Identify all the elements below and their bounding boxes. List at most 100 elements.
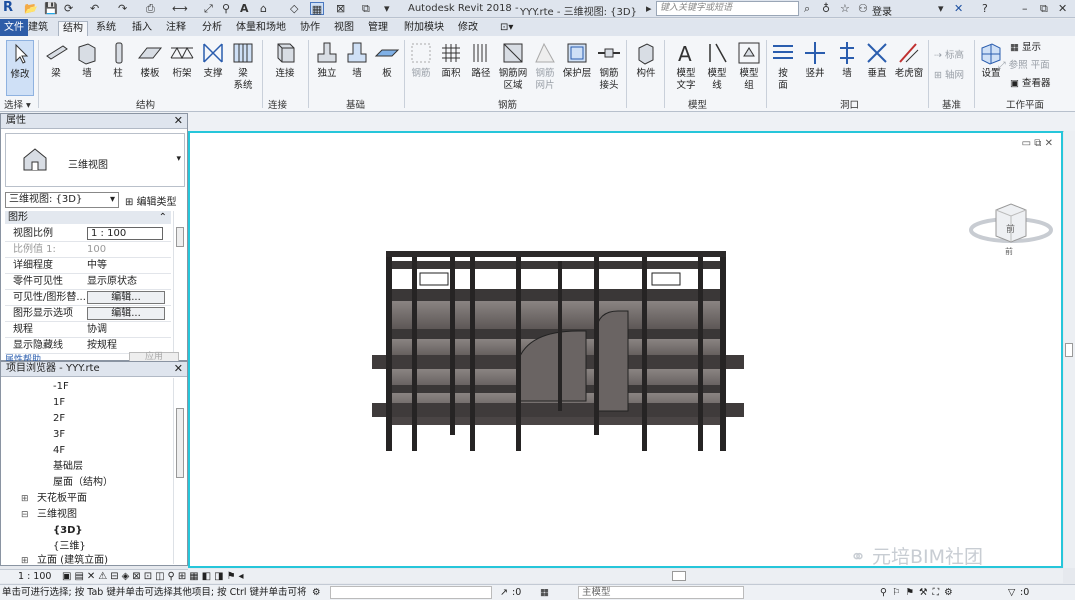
restore-icon[interactable]: ⧉ — [1034, 138, 1041, 149]
close-hidden-icon[interactable]: ⊠ — [336, 2, 345, 15]
close-icon[interactable]: ✕ — [1058, 2, 1067, 15]
tab-annotate[interactable]: 注释 — [162, 21, 190, 36]
wall-opening-button[interactable]: 墙 — [834, 40, 860, 80]
floor-button[interactable]: 楼板 — [136, 40, 164, 80]
close-icon[interactable]: ✕ — [174, 114, 183, 128]
dimension-icon[interactable]: ⤢ — [204, 2, 213, 15]
tab-analyze[interactable]: 分析 — [198, 21, 226, 36]
view-instance-selector[interactable]: 三维视图: {3D} ▾ — [5, 192, 119, 208]
prop-row[interactable]: 零件可见性 显示原状态 — [5, 274, 171, 290]
text-icon[interactable]: A — [240, 2, 249, 15]
prop-value[interactable]: 中等 — [87, 258, 107, 273]
tree-item[interactable]: 2F — [53, 412, 65, 426]
connection-button[interactable]: 连接 — [270, 40, 300, 80]
group-select[interactable]: 选择 ▾ — [4, 97, 31, 111]
tab-addins[interactable]: 附加模块 — [400, 21, 448, 36]
tree-item[interactable]: 三维视图 — [37, 508, 77, 522]
tab-view[interactable]: 视图 — [330, 21, 358, 36]
shaft-button[interactable]: 竖井 — [802, 40, 828, 80]
show-workplane-button[interactable]: ▦ 显示 — [1010, 42, 1041, 54]
section-graphics[interactable]: 图形 ⌃ — [5, 211, 171, 224]
view-control-icons[interactable]: ▣▤✕⚠⊟◈⊠⊡◫⚲⊞▦◧◨⚑◂ — [62, 570, 247, 583]
workset-selector[interactable]: 主模型 — [578, 586, 744, 599]
modify-button[interactable]: 修改 — [6, 40, 34, 96]
restore-icon[interactable]: ⧉ — [1040, 2, 1048, 15]
tree-item[interactable]: 4F — [53, 444, 65, 458]
user-icon[interactable]: ⚇ — [858, 2, 868, 15]
prop-value[interactable]: 按规程 — [87, 338, 117, 353]
tab-options-icon[interactable]: ⊡▾ — [496, 21, 517, 36]
ref-plane-button[interactable]: ⤢ 参照 平面 — [998, 60, 1050, 72]
switch-windows-icon[interactable]: ⧉ — [362, 2, 370, 15]
isolated-foundation-button[interactable]: 独立 — [314, 40, 340, 80]
building-model[interactable] — [368, 251, 763, 456]
prop-row[interactable]: 规程 协调 — [5, 322, 171, 338]
tree-item[interactable]: {三维} — [53, 540, 86, 554]
scroll-thumb[interactable] — [176, 227, 184, 247]
horizontal-scrollbar[interactable] — [188, 569, 1063, 583]
favorites-icon[interactable]: ☆ — [840, 2, 850, 15]
exchange-apps-icon[interactable]: ✕ — [954, 2, 963, 15]
level-button[interactable]: ⇢ 标高 — [934, 50, 964, 62]
tree-item[interactable]: 天花板平面 — [37, 492, 87, 506]
component-button[interactable]: 构件 — [632, 40, 660, 80]
search-input[interactable]: 键入关键字或短语 — [656, 1, 799, 16]
tree-item[interactable]: 立面 (建筑立面) — [37, 554, 108, 565]
cover-button[interactable]: 保护层 — [562, 40, 592, 80]
area-rebar-button[interactable]: 面积 — [438, 40, 464, 80]
fabric-sheet-button[interactable]: 钢筋 网片 — [532, 40, 558, 92]
minimize-icon[interactable]: – — [1022, 2, 1028, 15]
tree-item[interactable]: 1F — [53, 396, 65, 410]
tree-item-selected[interactable]: {3D} — [53, 524, 83, 538]
expand-icon[interactable]: ⊞ — [21, 554, 29, 568]
column-button[interactable]: 柱 — [106, 40, 130, 80]
revit-logo[interactable]: R — [3, 1, 13, 14]
help-icon[interactable]: ? — [982, 2, 988, 15]
browser-scrollbar[interactable] — [173, 378, 185, 564]
tab-modify[interactable]: 修改 — [454, 21, 482, 36]
expand-icon[interactable]: ⊞ — [21, 492, 29, 506]
subscription-icon[interactable]: ♁ — [822, 2, 830, 15]
section-icon[interactable]: ◇ — [290, 2, 298, 15]
search-arrow-icon[interactable]: ▸ — [646, 2, 652, 15]
path-rebar-button[interactable]: 路径 — [468, 40, 494, 80]
thin-lines-icon[interactable]: ▦ — [310, 2, 324, 16]
vertical-opening-button[interactable]: 垂直 — [864, 40, 890, 80]
close-icon[interactable]: ✕ — [174, 362, 183, 376]
save-icon[interactable]: 💾 — [44, 2, 58, 15]
vg-edit-button[interactable]: 编辑... — [87, 291, 165, 304]
wall-foundation-button[interactable]: 墙 — [344, 40, 370, 80]
by-face-button[interactable]: 按 面 — [770, 40, 796, 92]
prop-row[interactable]: 详细程度 中等 — [5, 258, 171, 274]
fabric-area-button[interactable]: 钢筋网 区域 — [496, 40, 530, 92]
properties-scrollbar[interactable] — [173, 211, 185, 359]
tree-item[interactable]: -1F — [53, 380, 69, 394]
tab-structure[interactable]: 结构 — [58, 21, 88, 36]
minimize-icon[interactable]: ▭ — [1022, 138, 1031, 149]
3d-viewport[interactable]: ▭ ⧉ ✕ 前 前 — [188, 131, 1063, 568]
rebar-coupler-button[interactable]: 钢筋 接头 — [596, 40, 622, 92]
tree-item[interactable]: 3F — [53, 428, 65, 442]
view-scale-input[interactable]: 1 : 100 — [87, 227, 163, 240]
viewcube[interactable]: 前 前 — [968, 188, 1054, 258]
measure-icon[interactable]: ⟷ — [172, 2, 188, 15]
vertical-scrollbar[interactable] — [1064, 131, 1075, 568]
tree-item[interactable]: 屋面（结构） — [53, 476, 113, 490]
model-line-button[interactable]: 模型 线 — [704, 40, 730, 92]
open-icon[interactable]: 📂 — [24, 2, 38, 15]
customize-qat-icon[interactable]: ▾ — [384, 2, 390, 15]
graphic-display-edit-button[interactable]: 编辑... — [87, 307, 165, 320]
sync-icon[interactable]: ⟳ — [64, 2, 73, 15]
wall-button[interactable]: 墙 — [74, 40, 100, 80]
filter-icon[interactable]: ▽ — [1008, 585, 1015, 600]
collapse-icon[interactable]: ⊟ — [21, 508, 29, 522]
truss-button[interactable]: 桁架 — [168, 40, 196, 80]
3d-view-icon[interactable]: ⌂ — [260, 2, 267, 15]
tab-collaborate[interactable]: 协作 — [296, 21, 324, 36]
prop-value[interactable]: 协调 — [87, 322, 107, 337]
scroll-thumb[interactable] — [176, 408, 184, 478]
model-text-button[interactable]: A 模型 文字 — [672, 40, 700, 92]
brace-button[interactable]: 支撑 — [200, 40, 226, 80]
selection-filter-icons[interactable]: ⚲⚐⚑⚒⛶⚙ — [880, 585, 958, 600]
close-icon[interactable]: ✕ — [1045, 138, 1053, 149]
